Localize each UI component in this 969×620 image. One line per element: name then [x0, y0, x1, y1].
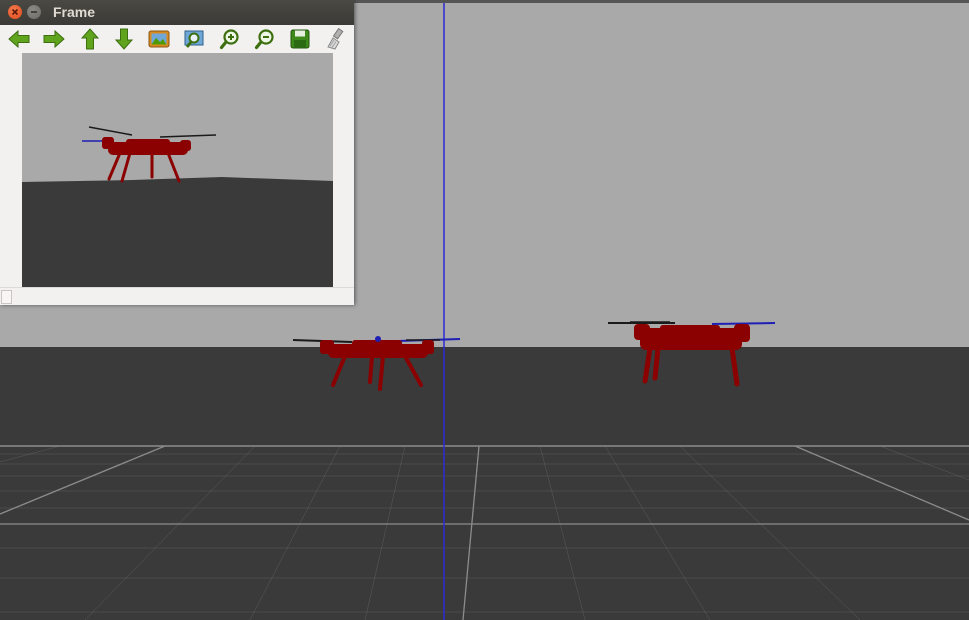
image-icon	[148, 30, 170, 48]
left-margin	[0, 53, 22, 287]
window-title: Frame	[53, 4, 96, 20]
zoom-in-button[interactable]	[217, 27, 243, 51]
window-titlebar[interactable]: Frame	[0, 0, 354, 25]
zoom-fit-button[interactable]	[181, 27, 207, 51]
status-bar	[0, 287, 354, 305]
motor	[180, 140, 191, 151]
drone-leg	[652, 345, 661, 381]
clear-brush-icon	[327, 28, 344, 50]
ground-plane	[22, 177, 333, 287]
image-button[interactable]	[146, 27, 172, 51]
save-button[interactable]	[287, 27, 313, 51]
arrow-right-button[interactable]	[41, 27, 67, 51]
propeller	[711, 322, 776, 325]
clear-button[interactable]	[322, 27, 348, 51]
close-button[interactable]	[8, 5, 22, 19]
sky-background	[22, 53, 333, 183]
ground-plane	[0, 347, 969, 620]
zoom-out-button[interactable]	[252, 27, 278, 51]
arrow-left-icon	[8, 29, 30, 49]
save-icon	[290, 29, 310, 49]
minimize-icon	[31, 11, 37, 13]
camera-image	[22, 53, 333, 287]
motor	[422, 340, 434, 354]
drone-body	[126, 139, 170, 147]
arrow-left-button[interactable]	[6, 27, 32, 51]
motor	[102, 137, 114, 149]
arrow-down-icon	[114, 28, 134, 50]
motor	[320, 340, 334, 354]
minimize-button[interactable]	[27, 5, 41, 19]
zoom-in-icon	[219, 29, 239, 50]
status-grip	[1, 290, 12, 304]
frame-window: Frame	[0, 0, 354, 305]
drone-leg	[368, 354, 374, 384]
close-icon	[11, 8, 19, 16]
camera-image-view[interactable]	[22, 53, 333, 287]
motor	[734, 324, 750, 342]
drone-body	[660, 325, 720, 333]
arrow-up-icon	[80, 28, 100, 50]
arrow-up-button[interactable]	[77, 27, 103, 51]
sensor	[375, 336, 381, 342]
motor	[634, 324, 650, 340]
arrow-down-button[interactable]	[111, 27, 137, 51]
arrow-right-icon	[43, 29, 65, 49]
toolbar	[0, 25, 354, 53]
zoom-fit-icon	[184, 30, 204, 48]
zoom-out-icon	[254, 29, 274, 50]
